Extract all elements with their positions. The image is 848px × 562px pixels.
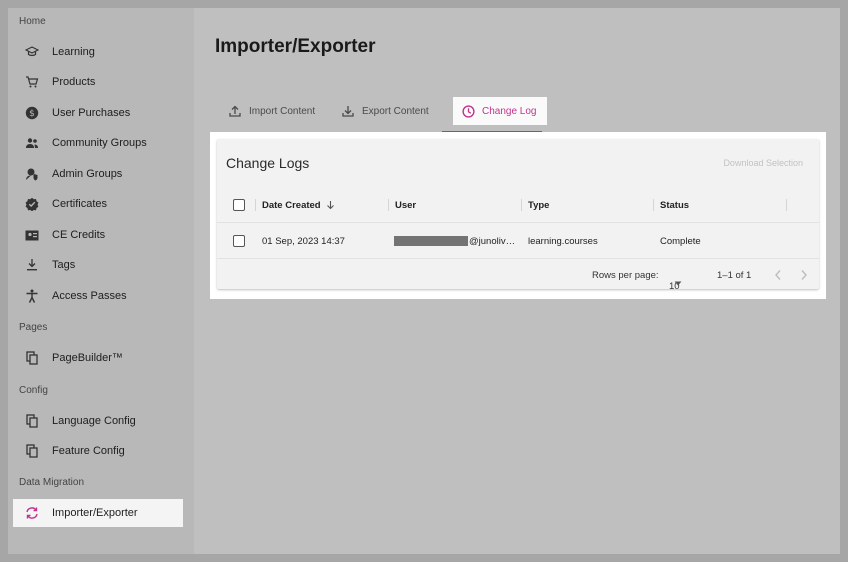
tab-label: Change Log <box>482 105 537 117</box>
sidebar-item-label: Language Config <box>52 415 136 427</box>
cell-user: @junoliv… <box>394 223 520 259</box>
tab-label: Import Content <box>249 105 316 117</box>
sidebar-item-label: CE Credits <box>52 229 106 241</box>
sidebar-item-certificates[interactable]: Certificates <box>13 190 183 218</box>
admin-shield-icon <box>22 166 42 182</box>
sync-icon <box>22 505 42 521</box>
cell-type: learning.courses <box>528 235 598 247</box>
page-title: Importer/Exporter <box>215 36 376 57</box>
card-title: Change Logs <box>226 155 310 171</box>
section-pages: Pages <box>19 322 48 333</box>
section-home: Home <box>19 16 46 27</box>
tab-export-content[interactable]: Export Content <box>341 97 429 125</box>
change-log-card: Change Logs Download Selection Date Crea… <box>217 139 819 292</box>
redacted-text <box>394 236 468 246</box>
column-header-user[interactable]: User <box>395 187 416 223</box>
sidebar: Home Learning Products $ User Purchases … <box>8 8 194 554</box>
column-header-type[interactable]: Type <box>528 187 549 223</box>
cell-status: Complete <box>660 235 701 247</box>
app-window: Home Learning Products $ User Purchases … <box>8 8 840 554</box>
select-all-cell <box>233 187 245 223</box>
sort-arrow-down-icon <box>326 200 335 210</box>
sidebar-item-label: Access Passes <box>52 290 127 302</box>
column-header-date-created[interactable]: Date Created <box>262 187 335 223</box>
sidebar-item-label: Learning <box>52 46 95 58</box>
sidebar-item-label: Community Groups <box>52 137 147 149</box>
card-icon <box>22 227 42 243</box>
cart-icon <box>22 74 42 90</box>
main-content: Importer/Exporter Import Content Export … <box>194 8 840 554</box>
table-pagination: Rows per page: 10 1–1 of 1 <box>217 259 819 293</box>
sidebar-item-label: Certificates <box>52 198 108 210</box>
column-divider <box>653 199 654 211</box>
sidebar-item-access-passes[interactable]: Access Passes <box>13 282 183 310</box>
rows-per-page-label: Rows per page: <box>592 270 659 281</box>
accessibility-icon <box>22 288 42 304</box>
change-log-panel: Change Logs Download Selection Date Crea… <box>210 132 826 299</box>
row-checkbox[interactable] <box>233 235 245 247</box>
sidebar-item-community-groups[interactable]: Community Groups <box>13 129 183 157</box>
sidebar-item-label: Feature Config <box>52 445 125 457</box>
column-divider <box>255 199 256 211</box>
sidebar-item-pagebuilder[interactable]: PageBuilder™ <box>13 344 183 372</box>
sidebar-item-admin-groups[interactable]: Admin Groups <box>13 160 183 188</box>
dollar-icon: $ <box>22 105 42 121</box>
table-row[interactable]: 01 Sep, 2023 14:37 @junoliv… learning.co… <box>217 223 819 259</box>
column-divider <box>388 199 389 211</box>
copy-icon <box>22 413 42 429</box>
tab-import-content[interactable]: Import Content <box>228 97 315 125</box>
tab-change-log[interactable]: Change Log <box>453 97 547 125</box>
user-email-suffix: @junoliv… <box>469 235 516 247</box>
sidebar-item-learning[interactable]: Learning <box>13 38 183 66</box>
column-header-status[interactable]: Status <box>660 187 689 223</box>
sidebar-item-products[interactable]: Products <box>13 68 183 96</box>
next-page-icon[interactable] <box>800 269 808 281</box>
download-icon <box>341 104 355 118</box>
column-label: Date Created <box>262 199 321 211</box>
clock-icon <box>461 104 475 118</box>
pagination-range: 1–1 of 1 <box>717 270 752 281</box>
sidebar-item-label: Admin Groups <box>52 168 123 180</box>
tab-label: Export Content <box>362 105 429 117</box>
dropdown-caret-icon <box>674 281 682 286</box>
sidebar-item-label: PageBuilder™ <box>52 352 123 364</box>
sidebar-item-label: Tags <box>52 259 76 271</box>
sidebar-item-tags[interactable]: Tags <box>13 251 183 279</box>
upload-icon <box>228 104 242 118</box>
graduation-cap-icon <box>22 44 42 60</box>
sidebar-item-language-config[interactable]: Language Config <box>13 407 183 435</box>
previous-page-icon[interactable] <box>774 269 782 281</box>
table-header-row: Date Created User Type Status <box>217 187 819 223</box>
download-selection-button[interactable]: Download Selection <box>723 158 803 168</box>
sidebar-item-user-purchases[interactable]: $ User Purchases <box>13 99 183 127</box>
sidebar-item-label: Importer/Exporter <box>52 507 138 519</box>
column-divider <box>786 199 787 211</box>
sidebar-item-ce-credits[interactable]: CE Credits <box>13 221 183 249</box>
sidebar-item-label: User Purchases <box>52 107 131 119</box>
tag-icon <box>22 257 42 273</box>
sidebar-item-importer-exporter[interactable]: Importer/Exporter <box>13 499 183 527</box>
section-data-migration: Data Migration <box>19 477 85 488</box>
group-icon <box>22 135 42 151</box>
sidebar-item-label: Products <box>52 76 96 88</box>
row-select-cell <box>233 223 245 259</box>
select-all-checkbox[interactable] <box>233 199 245 211</box>
column-divider <box>521 199 522 211</box>
badge-icon <box>22 196 42 212</box>
copy-icon <box>22 443 42 459</box>
sidebar-item-feature-config[interactable]: Feature Config <box>13 437 183 465</box>
cell-date-created: 01 Sep, 2023 14:37 <box>262 235 345 247</box>
copy-icon <box>22 350 42 366</box>
section-config: Config <box>19 385 48 396</box>
svg-text:$: $ <box>29 109 35 119</box>
